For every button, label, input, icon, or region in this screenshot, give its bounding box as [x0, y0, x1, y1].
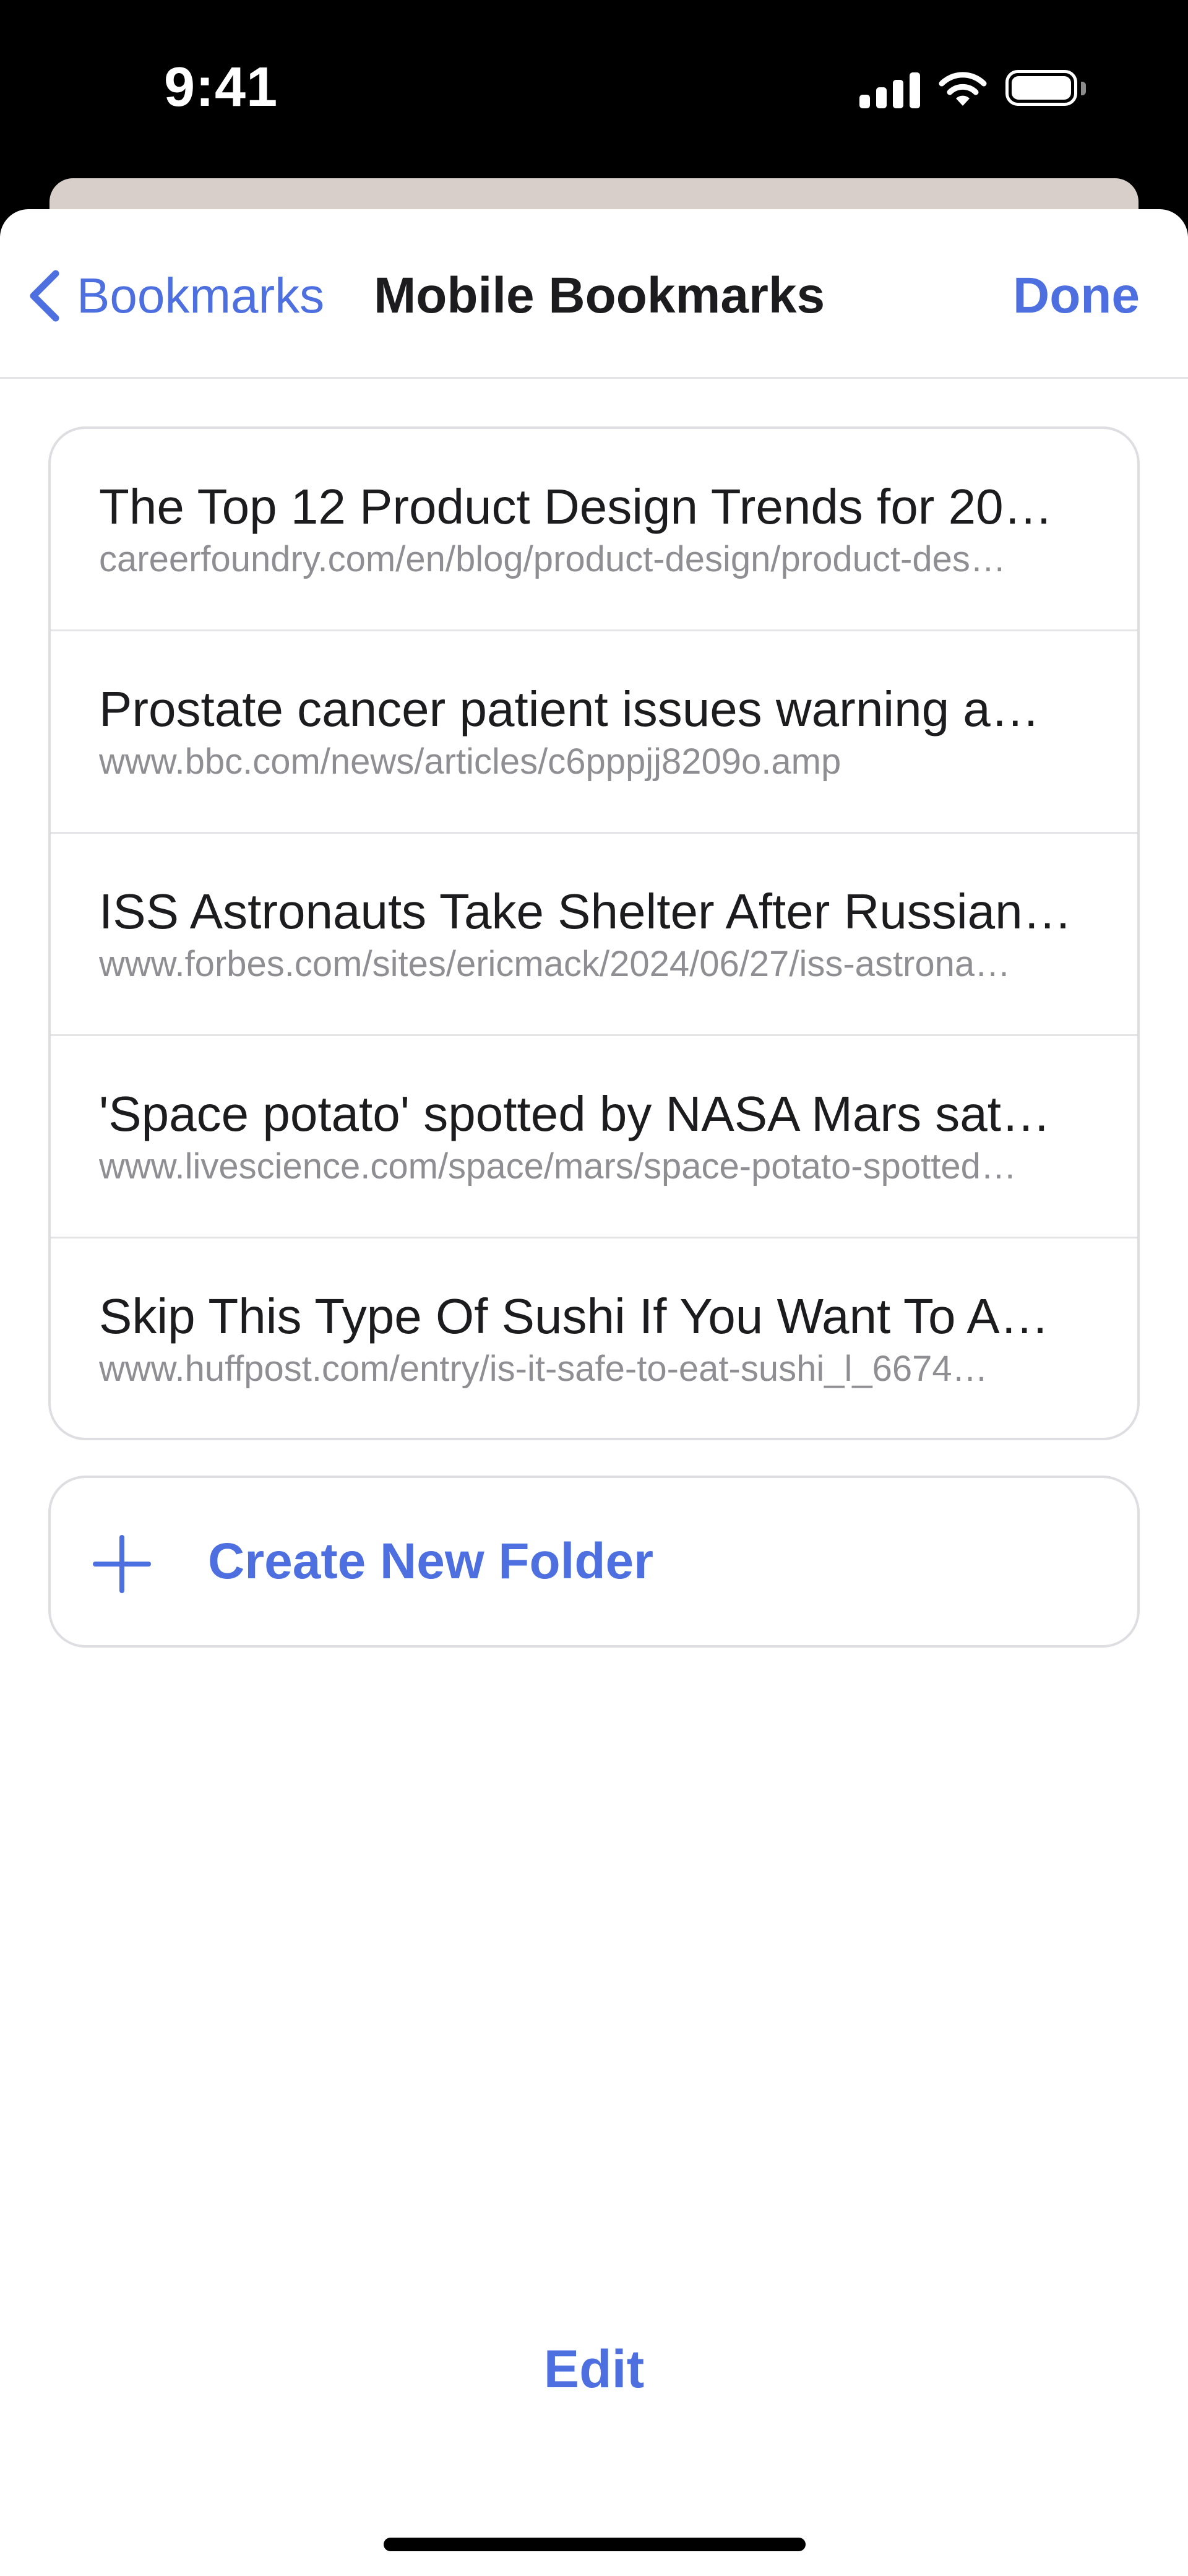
battery-icon [1005, 70, 1086, 108]
signal-icon [859, 70, 920, 108]
bookmark-item[interactable]: 'Space potato' spotted by NASA Mars sat…… [51, 1036, 1137, 1238]
status-icons [859, 65, 1086, 108]
bookmark-list: The Top 12 Product Design Trends for 20…… [48, 426, 1140, 1440]
bookmark-title: 'Space potato' spotted by NASA Mars sat… [99, 1086, 1051, 1141]
page-title: Mobile Bookmarks [374, 267, 825, 324]
back-button[interactable]: Bookmarks [25, 259, 324, 333]
bookmark-title: Skip This Type Of Sushi If You Want To A… [99, 1289, 1049, 1344]
bookmark-title: ISS Astronauts Take Shelter After Russia… [99, 884, 1072, 939]
bookmark-url: careerfoundry.com/en/blog/product-design… [99, 539, 1006, 579]
bookmark-item[interactable]: Skip This Type Of Sushi If You Want To A… [51, 1238, 1137, 1438]
navigation-bar: Bookmarks Mobile Bookmarks Done [0, 209, 1188, 379]
chevron-left-icon [30, 270, 59, 322]
bookmark-url: www.huffpost.com/entry/is-it-safe-to-eat… [99, 1349, 988, 1389]
bookmark-item[interactable]: The Top 12 Product Design Trends for 20…… [51, 429, 1137, 631]
back-button-label: Bookmarks [77, 268, 325, 323]
edit-button[interactable]: Edit [0, 2326, 1188, 2413]
done-button[interactable]: Done [1013, 259, 1140, 333]
bookmark-url: www.forbes.com/sites/ericmack/2024/06/27… [99, 944, 1011, 984]
bookmark-title: Prostate cancer patient issues warning a… [99, 681, 1040, 737]
wifi-icon [939, 72, 987, 106]
create-new-folder-label: Create New Folder [208, 1533, 653, 1589]
status-time: 9:41 [164, 56, 278, 118]
bookmarks-sheet: Bookmarks Mobile Bookmarks Done The Top … [0, 209, 1188, 2576]
create-new-folder-button[interactable]: Create New Folder [48, 1476, 1140, 1648]
status-bar: 9:41 [0, 0, 1188, 179]
bookmark-item[interactable]: Prostate cancer patient issues warning a… [51, 631, 1137, 834]
bookmark-title: The Top 12 Product Design Trends for 20… [99, 479, 1053, 534]
bookmark-item[interactable]: ISS Astronauts Take Shelter After Russia… [51, 834, 1137, 1036]
home-indicator [384, 2538, 806, 2551]
bookmark-url: www.livescience.com/space/mars/space-pot… [99, 1146, 1017, 1186]
bookmark-url: www.bbc.com/news/articles/c6pppjj8209o.a… [99, 741, 842, 782]
plus-icon [93, 1535, 151, 1593]
